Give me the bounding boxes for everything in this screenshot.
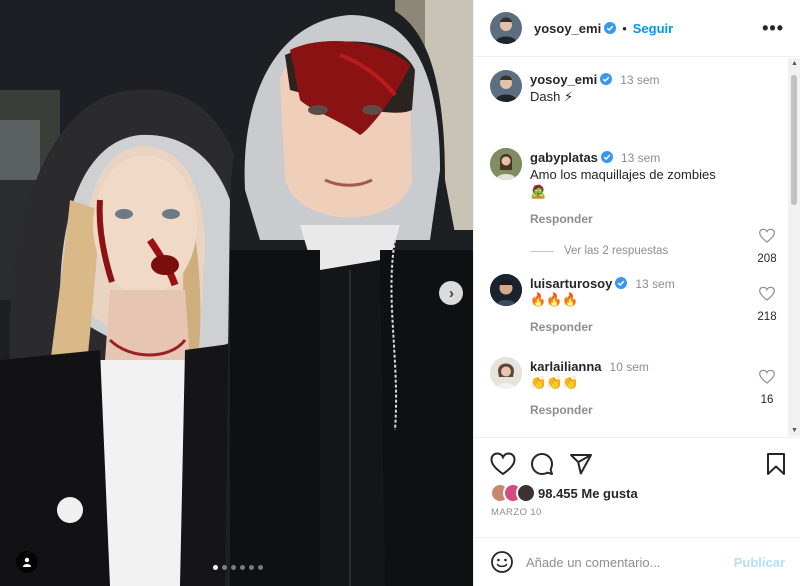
comment-item: luisarturosoy 13 sem 🔥🔥🔥 Responder 218: [490, 274, 780, 334]
share-icon[interactable]: [569, 452, 593, 476]
liker-avatars: [490, 483, 536, 503]
replies-divider: [530, 250, 554, 252]
caption-avatar[interactable]: [490, 70, 522, 102]
comment-like-count: 16: [760, 394, 774, 406]
comment-like-count: 218: [757, 311, 777, 323]
carousel-next-button[interactable]: ›: [439, 281, 463, 305]
photo-scene: [0, 0, 473, 586]
comment-item: gabyplatas 13 sem Amo los maquillajes de …: [490, 148, 780, 265]
reply-button[interactable]: Responder: [530, 320, 780, 334]
comment-text: 👏👏👏: [530, 376, 579, 391]
comments-section[interactable]: yosoy_emi 13 sem Dash ⚡ gabyplatas 13 sem …: [474, 58, 800, 436]
user-tag-button[interactable]: [16, 551, 38, 573]
commenter-username[interactable]: gabyplatas: [530, 150, 598, 165]
comment-like[interactable]: 16: [754, 369, 780, 406]
heart-icon[interactable]: [759, 369, 775, 385]
verified-badge-icon: [600, 73, 613, 85]
likes-suffix: Me gusta: [577, 485, 638, 501]
commenter-username[interactable]: karlailianna: [530, 359, 602, 374]
verified-badge-icon: [600, 151, 613, 163]
comment-item: karlailianna 10 sem 👏👏👏 Responder 16: [490, 357, 780, 417]
carousel-dot: [213, 565, 218, 570]
comment-time[interactable]: 10 sem: [610, 360, 649, 374]
comment-icon[interactable]: [530, 452, 554, 476]
carousel-dot: [249, 565, 254, 570]
comment-input[interactable]: Añade un comentario...: [526, 555, 734, 570]
caption-text: Dash ⚡: [530, 89, 574, 104]
author-avatar[interactable]: [490, 12, 522, 44]
verified-badge-icon: [615, 277, 628, 289]
likes-summary[interactable]: 98.455 Me gusta: [490, 483, 638, 503]
caption-username[interactable]: yosoy_emi: [530, 72, 597, 87]
comment-text: 🔥🔥🔥: [530, 293, 579, 308]
scroll-thumb[interactable]: [791, 75, 797, 205]
comment-time[interactable]: 13 sem: [621, 151, 660, 165]
carousel-dot: [240, 565, 245, 570]
heart-icon[interactable]: [490, 452, 516, 476]
comment-like-count: 208: [757, 253, 777, 265]
reply-button[interactable]: Responder: [530, 403, 780, 417]
post-caption: yosoy_emi 13 sem Dash ⚡: [490, 70, 780, 106]
carousel-dot: [222, 565, 227, 570]
bookmark-icon[interactable]: [765, 452, 787, 476]
carousel-dot: [258, 565, 263, 570]
post-photo[interactable]: ›: [0, 0, 473, 586]
commenter-avatar[interactable]: [490, 148, 522, 180]
comment-emoji: 🧟: [530, 185, 547, 200]
add-comment-bar: Añade un comentario... Publicar: [474, 537, 800, 586]
commenter-avatar[interactable]: [490, 357, 522, 389]
caption-time[interactable]: 13 sem: [620, 73, 659, 87]
person-icon: [23, 557, 31, 567]
verified-badge-icon: [604, 22, 617, 34]
author-username[interactable]: yosoy_emi: [534, 21, 601, 36]
view-replies-label[interactable]: Ver las 2 respuestas: [564, 245, 668, 257]
comment-like[interactable]: 218: [754, 286, 780, 323]
carousel-indicator: [213, 565, 263, 570]
heart-icon[interactable]: [759, 286, 775, 302]
comment-time[interactable]: 13 sem: [635, 277, 674, 291]
post-header: yosoy_emi • Seguir •••: [474, 0, 800, 57]
header-separator: •: [622, 20, 627, 36]
reply-button[interactable]: Responder: [530, 212, 780, 226]
liker-avatar: [516, 483, 536, 503]
follow-button[interactable]: Seguir: [633, 21, 673, 36]
chevron-right-icon: ›: [449, 284, 454, 302]
view-replies-button[interactable]: Ver las 2 respuestas: [530, 245, 668, 257]
more-options-icon[interactable]: •••: [762, 18, 784, 39]
comment-text: Amo los maquillajes de zombies: [530, 167, 716, 182]
heart-icon[interactable]: [759, 228, 775, 244]
post-date: MARZO 10: [491, 507, 542, 518]
commenter-avatar[interactable]: [490, 274, 522, 306]
comments-scrollbar[interactable]: ▲ ▼: [788, 58, 800, 436]
publish-button[interactable]: Publicar: [734, 555, 785, 570]
post-details-panel: yosoy_emi • Seguir ••• yosoy_emi 13 sem D…: [473, 0, 800, 586]
scroll-down-icon[interactable]: ▼: [791, 427, 798, 434]
likes-text[interactable]: 98.455 Me gusta: [538, 486, 638, 501]
commenter-username[interactable]: luisarturosoy: [530, 276, 612, 291]
carousel-dot: [231, 565, 236, 570]
likes-count: 98.455: [538, 485, 578, 501]
scroll-up-icon[interactable]: ▲: [791, 60, 798, 67]
emoji-icon[interactable]: [490, 550, 514, 574]
comment-like[interactable]: 208: [754, 228, 780, 265]
